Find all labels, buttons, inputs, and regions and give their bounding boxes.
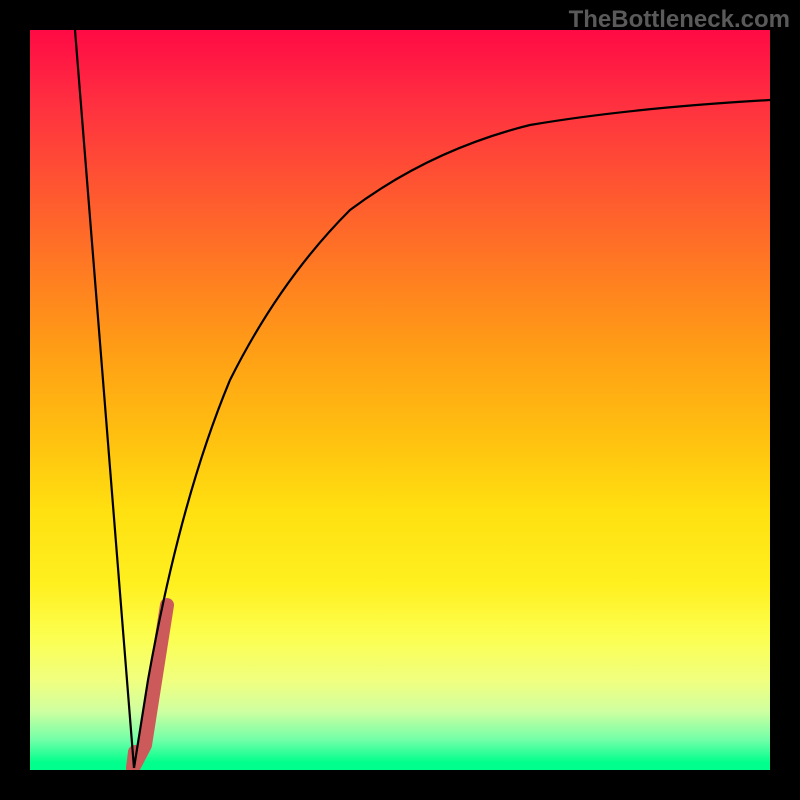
plot-area — [30, 30, 770, 770]
descending-branch — [75, 30, 134, 768]
watermark-text: TheBottleneck.com — [569, 6, 790, 34]
chart-overlay — [30, 30, 770, 770]
ascending-curve — [134, 100, 770, 768]
